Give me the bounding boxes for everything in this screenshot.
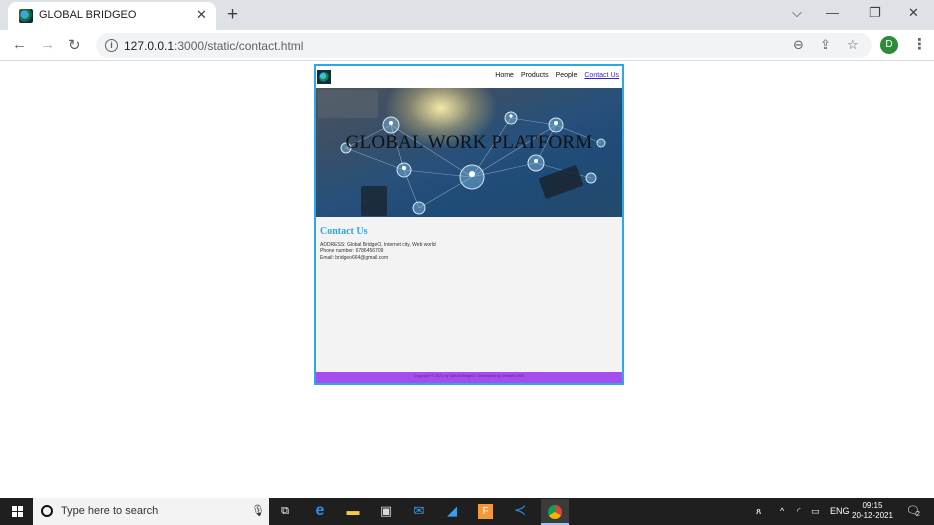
chrome-taskbar-icon[interactable] — [541, 499, 569, 525]
contact-heading: Contact Us — [320, 226, 368, 237]
microphone-icon[interactable]: 🎙︎ — [251, 504, 265, 517]
restore-button[interactable]: ❐ — [869, 5, 881, 21]
site-logo-icon[interactable] — [317, 70, 331, 84]
browser-menu-icon[interactable]: ⋮ — [912, 35, 927, 53]
nav-contact-us[interactable]: Contact Us — [584, 72, 619, 79]
bookmark-star-icon[interactable]: ☆ — [847, 37, 859, 53]
windows-taskbar: Type here to search 🎙︎ ⧉ e ▬ ▣ ✉ ◢ F ≺ ጸ… — [0, 498, 934, 525]
new-tab-button[interactable]: + — [227, 4, 238, 26]
site-footer: Copyright © 2021 by Global BridgeO. Deve… — [316, 372, 622, 383]
browser-tab[interactable]: GLOBAL BRIDGEO ✕ — [8, 2, 216, 30]
zoom-icon[interactable]: ⊖ — [793, 37, 804, 53]
mail-icon[interactable]: ✉ — [410, 502, 428, 520]
tab-close-icon[interactable]: ✕ — [196, 8, 207, 22]
nav-people[interactable]: People — [556, 72, 578, 79]
profile-avatar[interactable]: D — [880, 36, 898, 54]
site-nav: Home Products People Contact Us — [495, 72, 619, 79]
file-explorer-icon[interactable]: ▬ — [344, 502, 362, 520]
forward-arrow-icon[interactable]: → — [40, 36, 55, 53]
address-bar[interactable]: i 127.0.0.1:3000/static/contact.html ⊖ ⇪… — [96, 33, 872, 58]
network-icon[interactable]: ◜ — [797, 506, 801, 517]
search-placeholder: Type here to search — [61, 505, 159, 517]
windows-start-icon[interactable] — [12, 506, 23, 517]
contact-details: ADDRESS: Global BridgeO, Internet city, … — [320, 242, 436, 261]
site-info-icon[interactable]: i — [105, 39, 118, 52]
site-container: Home Products People Contact Us GLOBAL W… — [314, 64, 624, 385]
contact-email: Email: bridgeo664@gmail.com — [320, 254, 389, 261]
task-view-icon[interactable]: ⧉ — [276, 502, 294, 520]
clock-time: 09:15 — [862, 501, 883, 510]
url-text[interactable]: 127.0.0.1:3000/static/contact.html — [124, 39, 303, 53]
vscode-icon[interactable]: ≺ — [511, 502, 529, 520]
nav-home[interactable]: Home — [495, 72, 514, 79]
people-icon[interactable]: ጸ — [756, 506, 761, 517]
taskbar-search-box[interactable]: Type here to search 🎙︎ — [33, 498, 269, 525]
taskbar-clock[interactable]: 09:15 20-12-2021 — [852, 501, 893, 521]
tab-strip: GLOBAL BRIDGEO ✕ + ⌵ — ❐ ✕ — [0, 0, 934, 30]
tab-title: GLOBAL BRIDGEO — [39, 9, 137, 21]
clock-date: 20-12-2021 — [852, 511, 893, 520]
tray-chevron-icon[interactable]: ^ — [780, 506, 784, 516]
back-arrow-icon[interactable]: ← — [12, 36, 27, 53]
battery-icon[interactable]: ▭ — [811, 506, 820, 517]
cortana-circle-icon — [41, 505, 53, 517]
app-f-icon[interactable]: F — [478, 504, 493, 519]
hero-banner: GLOBAL WORK PLATFORM — [316, 88, 622, 217]
browser-toolbar: ← → ↻ i 127.0.0.1:3000/static/contact.ht… — [0, 30, 934, 61]
language-indicator[interactable]: ENG — [830, 506, 850, 516]
share-icon[interactable]: ⇪ — [820, 37, 831, 53]
store-icon[interactable]: ▣ — [377, 502, 395, 520]
edge-browser-icon[interactable]: e — [311, 502, 329, 520]
site-header: Home Products People Contact Us — [316, 66, 622, 88]
notification-count: 2 — [916, 511, 920, 518]
site-favicon-icon — [19, 9, 33, 23]
footer-copyright: Copyright © 2021 by Global BridgeO. Deve… — [413, 374, 525, 378]
tab-search-icon[interactable]: ⌵ — [792, 5, 802, 21]
reload-icon[interactable]: ↻ — [68, 36, 81, 54]
minimize-button[interactable]: — — [826, 5, 839, 20]
nav-products[interactable]: Products — [521, 72, 549, 79]
azure-data-studio-icon[interactable]: ◢ — [443, 502, 461, 520]
close-window-button[interactable]: ✕ — [908, 5, 919, 21]
hero-title: GLOBAL WORK PLATFORM — [345, 132, 593, 153]
